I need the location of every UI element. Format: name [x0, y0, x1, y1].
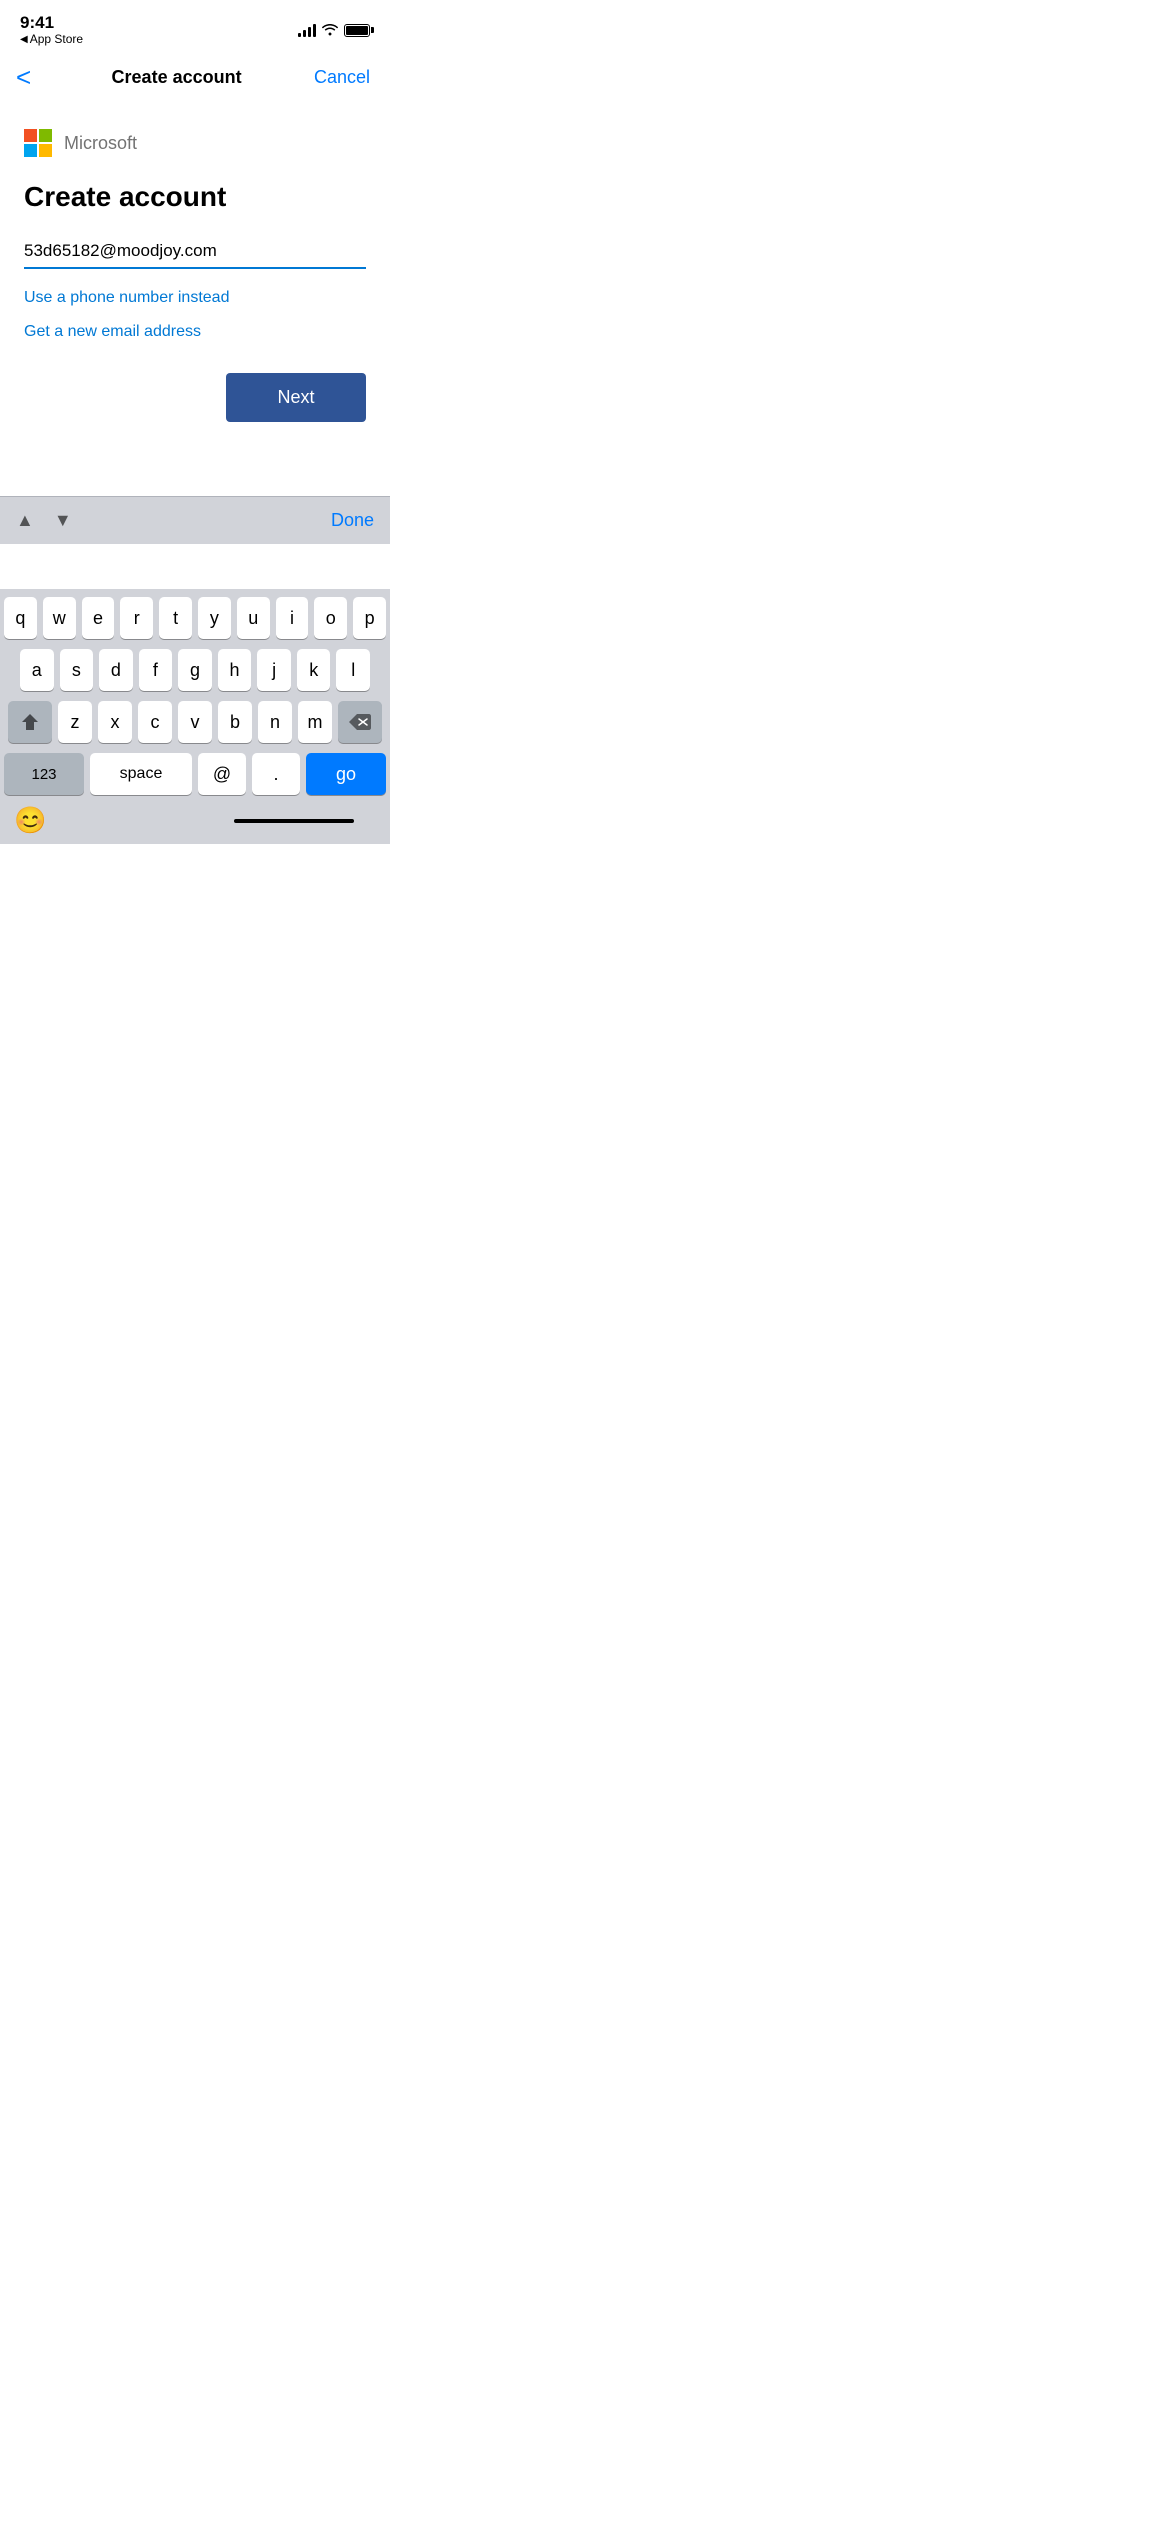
- main-content: Microsoft Create account Use a phone num…: [0, 109, 390, 442]
- new-email-link[interactable]: Get a new email address: [24, 323, 366, 341]
- cancel-button[interactable]: Cancel: [314, 67, 370, 88]
- next-button-container: Next: [24, 373, 366, 422]
- key-m[interactable]: m: [298, 701, 332, 743]
- email-input[interactable]: [24, 241, 366, 261]
- ms-logo-yellow: [39, 144, 52, 157]
- shift-key[interactable]: [8, 701, 52, 743]
- nav-title: Create account: [112, 67, 242, 88]
- key-o[interactable]: o: [314, 597, 347, 639]
- next-button[interactable]: Next: [226, 373, 366, 422]
- key-g[interactable]: g: [178, 649, 212, 691]
- key-e[interactable]: e: [82, 597, 115, 639]
- page-title: Create account: [24, 181, 366, 213]
- key-f[interactable]: f: [139, 649, 173, 691]
- status-appstore: ◀ App Store: [20, 32, 83, 46]
- signal-bar-3: [308, 27, 311, 37]
- emoji-button[interactable]: 😊: [14, 805, 46, 836]
- back-button[interactable]: <: [16, 58, 39, 97]
- home-bar: [234, 819, 354, 823]
- key-a[interactable]: a: [20, 649, 54, 691]
- phone-number-link[interactable]: Use a phone number instead: [24, 289, 366, 307]
- delete-key[interactable]: [338, 701, 382, 743]
- number-key[interactable]: 123: [4, 753, 84, 795]
- ms-logo-red: [24, 129, 37, 142]
- key-c[interactable]: c: [138, 701, 172, 743]
- ms-logo-blue: [24, 144, 37, 157]
- signal-bar-2: [303, 30, 306, 37]
- key-s[interactable]: s: [60, 649, 94, 691]
- key-p[interactable]: p: [353, 597, 386, 639]
- key-x[interactable]: x: [98, 701, 132, 743]
- key-t[interactable]: t: [159, 597, 192, 639]
- key-i[interactable]: i: [276, 597, 309, 639]
- microsoft-text: Microsoft: [64, 133, 137, 154]
- key-u[interactable]: u: [237, 597, 270, 639]
- appstore-label: App Store: [30, 32, 83, 46]
- ms-logo-grid: [24, 129, 52, 157]
- key-b[interactable]: b: [218, 701, 252, 743]
- key-z[interactable]: z: [58, 701, 92, 743]
- key-l[interactable]: l: [336, 649, 370, 691]
- keyboard-row-4: 123 space @ . go: [4, 753, 386, 795]
- keyboard-prev-button[interactable]: ▲: [16, 510, 34, 531]
- status-right: [298, 22, 370, 39]
- key-j[interactable]: j: [257, 649, 291, 691]
- key-w[interactable]: w: [43, 597, 76, 639]
- status-bar: 9:41 ◀ App Store: [0, 0, 390, 50]
- signal-bar-1: [298, 33, 301, 37]
- home-indicator: [211, 813, 376, 829]
- key-q[interactable]: q: [4, 597, 37, 639]
- keyboard-row-2: a s d f g h j k l: [4, 649, 386, 691]
- keyboard-nav-buttons: ▲ ▼: [16, 510, 72, 531]
- keyboard-row-3: z x c v b n m: [4, 701, 386, 743]
- keyboard-done-button[interactable]: Done: [331, 510, 374, 531]
- keyboard-row-1: q w e r t y u i o p: [4, 597, 386, 639]
- back-indicator: ◀: [20, 34, 28, 45]
- status-time: 9:41: [20, 14, 83, 33]
- keyboard-next-button[interactable]: ▼: [54, 510, 72, 531]
- period-key[interactable]: .: [252, 753, 300, 795]
- signal-bars: [298, 23, 316, 37]
- email-input-container: [24, 241, 366, 269]
- at-key[interactable]: @: [198, 753, 246, 795]
- key-v[interactable]: v: [178, 701, 212, 743]
- keyboard-toolbar: ▲ ▼ Done: [0, 496, 390, 544]
- key-r[interactable]: r: [120, 597, 153, 639]
- status-left: 9:41 ◀ App Store: [20, 14, 83, 47]
- key-h[interactable]: h: [218, 649, 252, 691]
- nav-bar: < Create account Cancel: [0, 50, 390, 109]
- space-key[interactable]: space: [90, 753, 192, 795]
- emoji-row: 😊: [4, 801, 386, 840]
- ms-logo-green: [39, 129, 52, 142]
- key-k[interactable]: k: [297, 649, 331, 691]
- battery-fill: [346, 26, 368, 35]
- key-n[interactable]: n: [258, 701, 292, 743]
- microsoft-logo: Microsoft: [24, 129, 366, 157]
- signal-bar-4: [313, 24, 316, 37]
- keyboard: q w e r t y u i o p a s d f g h j k l z …: [0, 589, 390, 844]
- key-d[interactable]: d: [99, 649, 133, 691]
- battery-icon: [344, 24, 370, 37]
- go-key[interactable]: go: [306, 753, 386, 795]
- key-y[interactable]: y: [198, 597, 231, 639]
- wifi-icon: [322, 22, 338, 39]
